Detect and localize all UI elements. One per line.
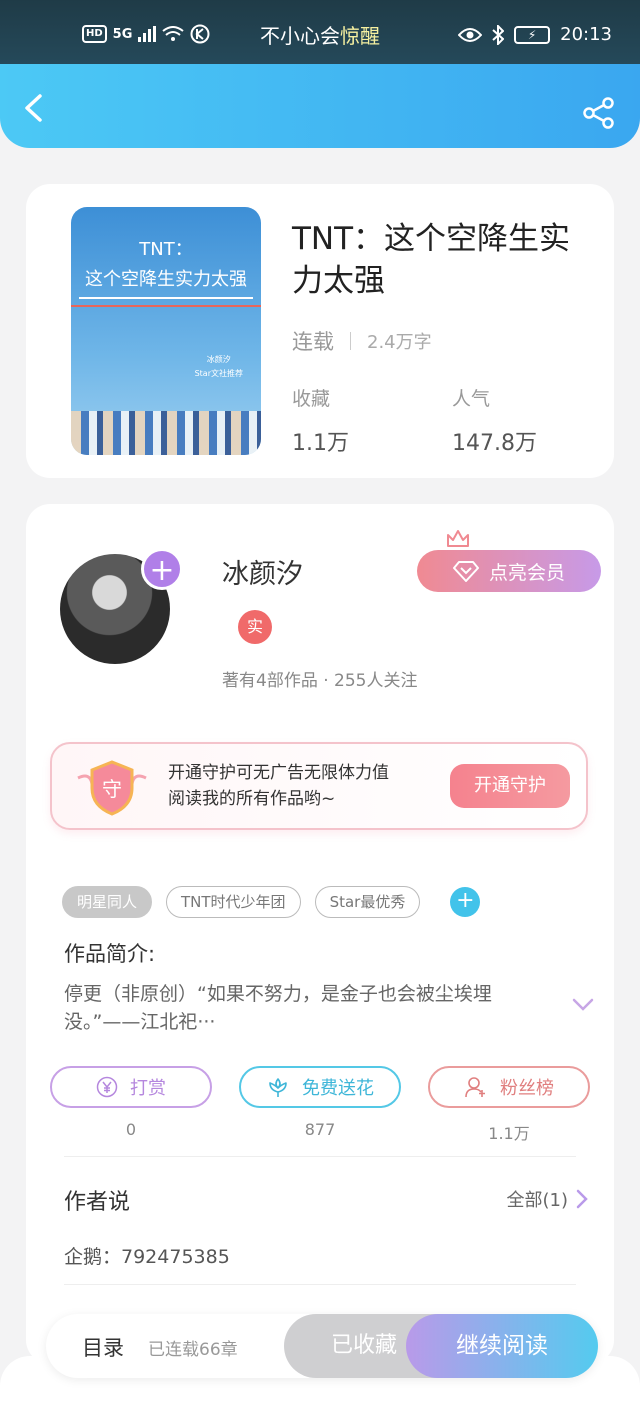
section-divider <box>64 1156 576 1157</box>
intro-heading: 作品简介: <box>64 942 156 966</box>
fans-count: 1.1万 <box>488 1124 530 1143</box>
guard-button[interactable]: 开通守护 <box>450 764 570 808</box>
book-info-card: TNT： 这个空降生实力太强 冰颜汐 Star文社推荐 TNT：这个空降生实力太… <box>26 184 614 478</box>
follow-plus-icon[interactable]: + <box>141 548 183 590</box>
status-separator <box>350 332 351 350</box>
guard-description: 开通守护可无广告无限体力值 阅读我的所有作品哟~ <box>168 760 389 812</box>
chevron-down-icon[interactable] <box>572 998 594 1012</box>
cover-divider <box>79 297 253 299</box>
author-card: + 冰颜汐 实 著有4部作品 · 255人关注 点亮会员 守 开通守护可无广告无… <box>26 504 614 1364</box>
cover-title-line1: TNT： <box>139 239 193 260</box>
serial-status: 连载 <box>292 330 334 354</box>
action-row: 打赏 免费送花 粉丝榜 <box>50 1066 590 1108</box>
favorites-stat: 收藏 1.1万 <box>292 384 349 457</box>
tag-list: 明星同人 TNT时代少年团 Star最优秀 + <box>62 886 481 918</box>
yen-icon <box>96 1076 118 1098</box>
shield-text: 守 <box>102 777 122 801</box>
action-counts: 0 877 1.1万 <box>50 1120 590 1144</box>
eye-icon <box>458 27 483 42</box>
tag-item[interactable]: Star最优秀 <box>314 886 421 918</box>
send-flower-button[interactable]: 免费送花 <box>239 1066 401 1108</box>
author-says-all-link[interactable]: 全部(1) <box>507 1186 589 1212</box>
back-arrow-icon[interactable] <box>20 94 48 122</box>
cover-title-line2: 这个空降生实力太强 <box>85 269 247 290</box>
verified-badge: 实 <box>238 610 272 644</box>
flower-icon <box>269 1078 287 1097</box>
continue-reading-button[interactable]: 继续阅读 <box>406 1314 598 1378</box>
chevron-right-icon <box>576 1189 588 1209</box>
favorites-label: 收藏 <box>292 388 331 410</box>
shield-icon: 守 <box>77 760 147 816</box>
author-name[interactable]: 冰颜汐 <box>222 552 303 591</box>
popularity-value: 147.8万 <box>452 431 537 456</box>
tip-label: 打赏 <box>130 1078 166 1099</box>
guard-line1: 开通守护可无广告无限体力值 <box>168 763 389 783</box>
vip-button-label: 点亮会员 <box>488 561 565 584</box>
author-says-heading: 作者说 <box>64 1190 131 1215</box>
cover-credits: 冰颜汐 Star文社推荐 <box>195 353 243 381</box>
intro-text: 停更（非原创）“如果不努力，是金子也会被尘埃埋没。”——江北祀··· <box>64 983 492 1033</box>
guard-banner: 守 开通守护可无广告无限体力值 阅读我的所有作品哟~ 开通守护 <box>50 742 588 830</box>
flower-label: 免费送花 <box>302 1078 374 1099</box>
tag-item[interactable]: 明星同人 <box>62 886 153 918</box>
status-right: ⚡ 20:13 <box>458 24 612 45</box>
clock: 20:13 <box>560 24 612 45</box>
add-tag-button[interactable]: + <box>450 887 481 917</box>
book-cover[interactable]: TNT： 这个空降生实力太强 冰颜汐 Star文社推荐 <box>71 207 261 455</box>
favorites-value: 1.1万 <box>292 431 349 456</box>
diamond-icon <box>452 561 479 582</box>
cover-publisher: Star文社推荐 <box>194 369 243 378</box>
bluetooth-icon <box>492 24 505 45</box>
cover-red-line <box>71 305 261 307</box>
cover-illustration <box>71 411 261 455</box>
fans-label: 粉丝榜 <box>500 1078 554 1099</box>
notification-highlight: 惊醒 <box>340 24 380 48</box>
tip-button[interactable]: 打赏 <box>50 1066 212 1108</box>
toc-button[interactable]: 目录 <box>82 1332 124 1362</box>
all-link-label: 全部(1) <box>506 1190 569 1211</box>
status-bar: HD 5G 不小心会惊醒 ⚡ 20:13 <box>0 0 640 64</box>
popularity-label: 人气 <box>452 388 491 410</box>
user-icon <box>465 1077 485 1098</box>
word-count: 2.4万字 <box>367 332 432 353</box>
section-divider <box>64 1284 576 1285</box>
bottom-action-bar: 目录 已连载66章 已收藏 继续阅读 <box>46 1314 598 1378</box>
author-says-text: 企鹅：792475385 <box>64 1246 230 1268</box>
chapter-count: 已连载66章 <box>148 1340 238 1360</box>
vip-button[interactable]: 点亮会员 <box>417 550 601 592</box>
share-icon[interactable] <box>582 96 616 130</box>
tip-count: 0 <box>125 1120 137 1139</box>
crown-icon <box>447 530 469 547</box>
book-title: TNT：这个空降生实力太强 <box>292 221 571 299</box>
app-header <box>0 64 640 148</box>
notification-main: 不小心会 <box>260 24 340 48</box>
cover-author: 冰颜汐 <box>206 355 231 364</box>
fans-rank-button[interactable]: 粉丝榜 <box>428 1066 590 1108</box>
popularity-stat: 人气 147.8万 <box>452 384 537 457</box>
book-status-row: 连载 2.4万字 <box>292 326 432 356</box>
flower-count: 877 <box>304 1120 336 1139</box>
author-meta: 著有4部作品 · 255人关注 <box>222 671 418 691</box>
battery-icon: ⚡ <box>514 25 551 44</box>
tag-item[interactable]: TNT时代少年团 <box>166 886 301 918</box>
guard-line2: 阅读我的所有作品哟~ <box>168 789 336 809</box>
